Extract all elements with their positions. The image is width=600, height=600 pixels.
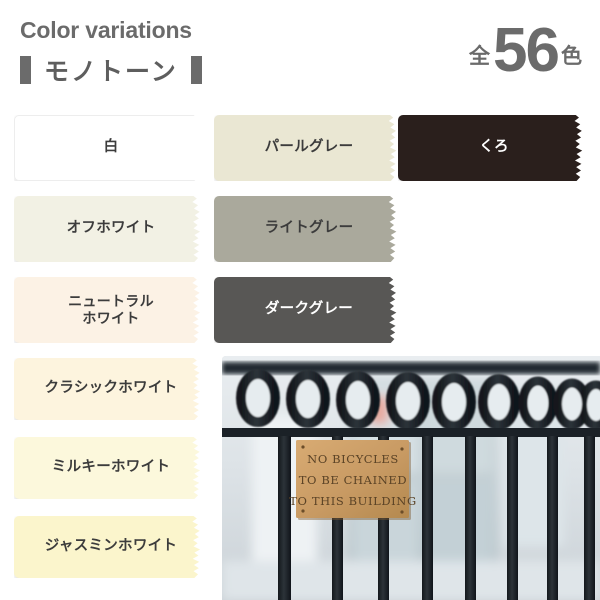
color-swatch-label: クラシックホワイト: [44, 380, 178, 397]
color-swatch-label: ニュートラル ホワイト: [68, 292, 154, 326]
color-swatch[interactable]: くろ: [398, 115, 583, 181]
color-swatch[interactable]: パールグレー: [214, 115, 397, 181]
svg-text:TO BE CHAINED: TO BE CHAINED: [299, 473, 407, 487]
color-swatch-label: ジャスミンホワイト: [44, 538, 178, 555]
color-swatch-label: ライトグレー: [264, 220, 354, 237]
color-swatch[interactable]: 白: [14, 115, 201, 181]
color-swatch[interactable]: ニュートラル ホワイト: [14, 277, 201, 343]
color-swatch-label: パールグレー: [264, 139, 354, 156]
count-number-value: 56: [493, 16, 560, 85]
color-swatch[interactable]: ジャスミンホワイト: [14, 516, 201, 578]
page-header: Color variations モノトーン 全 56 色: [0, 0, 600, 108]
product-photo: NO BICYCLES TO BE CHAINED TO THIS BUILDI…: [222, 356, 600, 600]
color-swatch[interactable]: ライトグレー: [214, 196, 397, 262]
color-swatch[interactable]: クラシックホワイト: [14, 358, 201, 420]
color-variations-page: Color variations モノトーン 全 56 色 白オフホワイトニュー…: [0, 0, 600, 600]
color-count: 全 56 色: [469, 16, 582, 85]
color-swatch[interactable]: オフホワイト: [14, 196, 201, 262]
color-swatch[interactable]: ミルキーホワイト: [14, 437, 201, 499]
color-swatch-label: 白: [103, 139, 119, 156]
subtitle-row: モノトーン: [20, 52, 202, 88]
bar-mark-left-icon: [20, 56, 31, 84]
color-swatch-label: ミルキーホワイト: [51, 459, 171, 476]
count-prefix-label: 全: [469, 44, 491, 68]
svg-text:NO BICYCLES: NO BICYCLES: [307, 452, 399, 466]
page-title: Color variations: [20, 17, 192, 43]
color-swatch-label: ダークグレー: [264, 301, 354, 318]
color-swatch-label: くろ: [479, 139, 509, 156]
color-swatch-label: オフホワイト: [66, 220, 156, 237]
subtitle-label: モノトーン: [44, 58, 178, 86]
bar-mark-right-icon: [190, 56, 202, 84]
color-swatch[interactable]: ダークグレー: [214, 277, 397, 343]
svg-text:TO THIS BUILDING: TO THIS BUILDING: [289, 494, 416, 508]
count-suffix-label: 色: [561, 44, 582, 68]
